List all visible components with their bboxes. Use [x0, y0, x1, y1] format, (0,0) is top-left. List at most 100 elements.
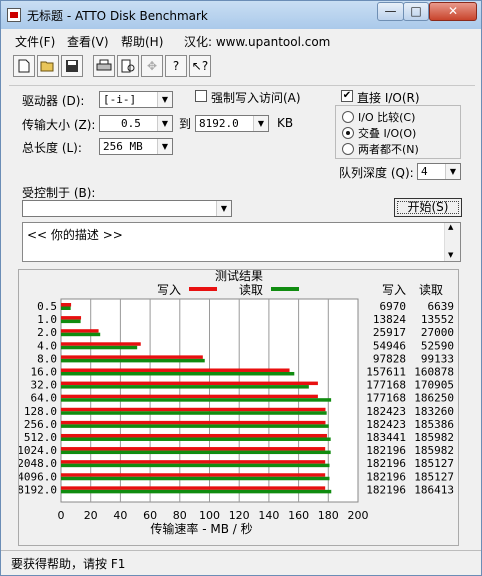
read-value: 185982 — [414, 431, 454, 444]
drive-label: 驱动器 (D): — [22, 94, 85, 108]
app-window: 无标题 - ATTO Disk Benchmark — □ ✕ 文件(F) 查看… — [0, 0, 482, 576]
chevron-down-icon: ▼ — [157, 139, 172, 154]
description-scrollbar[interactable]: ▲ ▼ — [444, 223, 460, 261]
write-bar — [61, 381, 318, 386]
queue-depth-label: 队列深度 (Q): — [339, 166, 414, 180]
read-value: 6639 — [428, 300, 455, 313]
chevron-down-icon: ▼ — [253, 116, 268, 131]
force-write-checkbox[interactable] — [195, 90, 207, 102]
title-bar[interactable]: 无标题 - ATTO Disk Benchmark — □ ✕ — [1, 1, 481, 29]
y-tick-label: 256.0 — [24, 418, 57, 431]
io-mode-group: I/O 比较(C) 交叠 I/O(O) 两者都不(N) — [335, 105, 461, 159]
read-bar — [61, 476, 330, 481]
scroll-down-icon[interactable]: ▼ — [448, 251, 453, 259]
controlled-by-select[interactable]: ▼ — [22, 200, 232, 217]
read-bar — [61, 371, 295, 376]
force-write-label: 强制写入访问(A) — [211, 91, 301, 105]
new-icon[interactable] — [13, 55, 35, 77]
menu-view[interactable]: 查看(V) — [67, 33, 109, 50]
io-compare-label: I/O 比较(C) — [358, 111, 416, 124]
y-tick-label: 0.5 — [37, 300, 57, 313]
chart-title: 测试结果 — [215, 270, 263, 283]
menu-localization[interactable]: 汉化: www.upantool.com — [184, 33, 330, 50]
start-button[interactable]: 开始(S) — [394, 198, 462, 217]
write-value: 6970 — [380, 300, 407, 313]
menu-file[interactable]: 文件(F) — [15, 33, 55, 50]
close-button[interactable]: ✕ — [429, 2, 477, 21]
x-tick-label: 40 — [113, 509, 127, 522]
total-length-select[interactable]: 256 MB ▼ — [99, 138, 173, 155]
write-value: 54946 — [373, 339, 406, 352]
transfer-from-select[interactable]: 0.5 ▼ — [99, 115, 173, 132]
transfer-to-select[interactable]: 8192.0 ▼ — [195, 115, 269, 132]
minimize-button[interactable]: — — [377, 2, 404, 21]
menu-help[interactable]: 帮助(H) — [121, 33, 163, 50]
drive-select[interactable]: [-i-] ▼ — [99, 91, 173, 108]
chevron-down-icon: ▼ — [157, 92, 172, 107]
io-overlapped-radio[interactable] — [342, 127, 354, 139]
io-compare-radio[interactable] — [342, 111, 354, 123]
open-icon[interactable] — [37, 55, 59, 77]
print-icon[interactable] — [93, 55, 115, 77]
read-bar — [61, 411, 327, 415]
scroll-up-icon[interactable]: ▲ — [448, 223, 453, 231]
x-tick-label: 200 — [348, 509, 369, 522]
read-bar — [61, 385, 309, 389]
read-bar — [61, 358, 205, 363]
help-icon[interactable]: ? — [165, 55, 187, 77]
write-value: 182196 — [366, 444, 406, 457]
write-bar — [61, 329, 99, 333]
read-bar — [61, 424, 329, 428]
read-value: 52590 — [421, 339, 454, 352]
context-help-icon[interactable]: ↖? — [189, 55, 211, 77]
io-neither-radio[interactable] — [342, 143, 354, 155]
write-value: 182423 — [366, 405, 406, 418]
queue-depth-select[interactable]: 4 ▼ — [417, 163, 461, 180]
read-bar — [61, 306, 71, 310]
write-value: 13824 — [373, 313, 406, 326]
y-tick-label: 2.0 — [37, 326, 57, 339]
read-value: 185982 — [414, 444, 454, 457]
read-value: 13552 — [421, 313, 454, 326]
read-value: 185127 — [414, 470, 454, 483]
chevron-down-icon: ▼ — [157, 116, 172, 131]
status-text: 要获得帮助，请按 F1 — [11, 557, 126, 571]
write-bar — [61, 433, 327, 438]
x-tick-label: 140 — [258, 509, 279, 522]
io-overlapped-label: 交叠 I/O(O) — [358, 127, 417, 140]
write-value: 182196 — [366, 483, 406, 496]
direct-io-checkbox[interactable]: ✔ — [341, 90, 353, 102]
y-tick-label: 4.0 — [37, 339, 57, 352]
y-tick-label: 8.0 — [37, 352, 57, 365]
app-icon — [7, 8, 21, 22]
write-value: 177168 — [366, 379, 406, 392]
read-value: 183260 — [414, 405, 454, 418]
save-icon[interactable] — [61, 55, 83, 77]
write-bar — [61, 368, 290, 372]
write-value: 183441 — [366, 431, 406, 444]
move-icon[interactable]: ✥ — [141, 55, 163, 77]
window-title: 无标题 - ATTO Disk Benchmark — [27, 9, 208, 23]
description-textarea[interactable]: << 你的描述 >> ▲ ▼ — [22, 222, 461, 262]
x-tick-label: 0 — [58, 509, 65, 522]
write-bar — [61, 342, 141, 346]
y-tick-label: 512.0 — [24, 431, 57, 444]
legend-write-swatch — [189, 287, 217, 291]
read-bar — [61, 463, 330, 468]
queue-depth-value: 4 — [421, 165, 428, 178]
transfer-size-label: 传输大小 (Z): — [22, 118, 96, 132]
read-bar — [61, 398, 332, 402]
read-value: 185127 — [414, 457, 454, 470]
chevron-down-icon: ▼ — [216, 201, 231, 216]
x-tick-label: 80 — [173, 509, 187, 522]
write-bar — [61, 355, 203, 359]
maximize-button[interactable]: □ — [403, 2, 429, 21]
results-panel: 测试结果 写入 读取 写入 读取 0 20 40 60 80 100 120 140 160 180 200 传… — [17, 268, 459, 546]
read-bar — [61, 450, 331, 455]
print-preview-icon[interactable] — [117, 55, 139, 77]
y-tick-label: 1.0 — [37, 313, 57, 326]
menu-bar: 文件(F) 查看(V) 帮助(H) 汉化: www.upantool.com — [1, 30, 481, 50]
read-value: 185386 — [414, 418, 454, 431]
drive-value: [-i-] — [103, 93, 137, 106]
write-value: 177168 — [366, 392, 406, 405]
